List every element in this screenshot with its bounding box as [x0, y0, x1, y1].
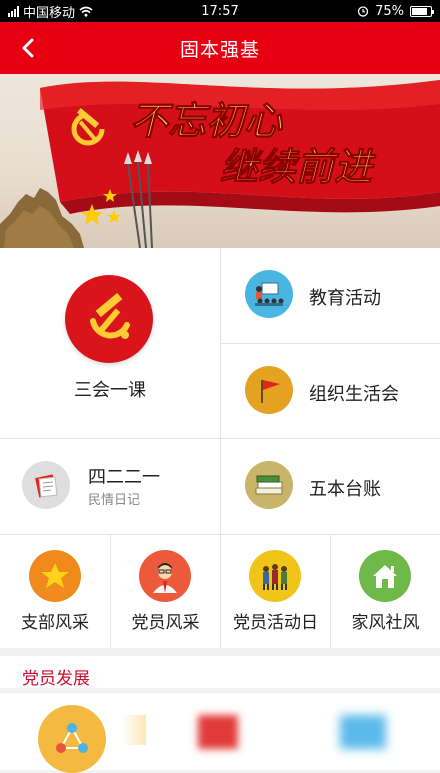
banner-line2: 继续前进 — [220, 147, 377, 189]
home-icon — [359, 550, 411, 602]
section-header: 党员发展 — [0, 648, 440, 689]
divider — [0, 438, 440, 439]
divider — [0, 534, 440, 535]
menu-huodongri[interactable]: 党员活动日 — [221, 535, 330, 648]
divider — [330, 535, 331, 648]
divider — [110, 535, 111, 648]
menu-sanhui-label: 三会一课 — [74, 380, 146, 401]
star-icon — [29, 550, 81, 602]
signal-icon — [8, 5, 19, 17]
member-avatar-icon — [139, 550, 191, 602]
group-activity-icon — [249, 550, 301, 602]
menu-wuben[interactable]: 五本台账 — [221, 439, 440, 534]
divider — [220, 248, 221, 648]
status-right: 75% — [282, 3, 434, 19]
battery-icon — [410, 5, 434, 17]
menu-zhibu-label: 支部风采 — [21, 613, 89, 633]
menu-zuzhi-label: 组织生活会 — [309, 384, 399, 405]
clock: 17:57 — [201, 3, 239, 19]
red-flag-icon — [245, 366, 293, 414]
development-row — [0, 692, 440, 773]
alarm-icon — [357, 6, 369, 17]
banner-image: 不忘初心 继续前进 — [0, 80, 440, 248]
menu-siererer-sub: 民情日记 — [88, 493, 141, 508]
menu-zuzhi[interactable]: 组织生活会 — [221, 344, 440, 438]
network-icon[interactable] — [38, 705, 106, 773]
menu-sanhui[interactable]: 三会一课 — [0, 248, 220, 438]
menu-siererer-label: 四二二一 — [88, 467, 160, 488]
menu-jiafeng[interactable]: 家风社风 — [331, 535, 440, 648]
menu-zhibu[interactable]: 支部风采 — [0, 535, 110, 648]
blurred-block — [340, 715, 386, 749]
status-left: 中国移动 — [8, 2, 158, 21]
banner-line1: 不忘初心 — [130, 101, 283, 143]
wifi-icon — [79, 6, 93, 17]
party-emblem-icon — [65, 275, 153, 363]
battery-percent: 75% — [375, 3, 404, 19]
blurred-block — [122, 715, 146, 745]
page-title: 固本强基 — [179, 38, 260, 61]
menu-huodongri-label: 党员活动日 — [233, 613, 318, 633]
menu-jiaoyu-label: 教育活动 — [309, 288, 381, 309]
menu-grid: 三会一课 教育活动 组织生活会 四二二一 民情日记 五本台账 支部风采 党员风采… — [0, 248, 440, 648]
menu-wuben-label: 五本台账 — [309, 479, 381, 500]
menu-jiafeng-label: 家风社风 — [351, 613, 420, 633]
classroom-icon — [245, 270, 293, 318]
menu-dangyuan[interactable]: 党员风采 — [111, 535, 220, 648]
banner-carousel[interactable]: 不忘初心 继续前进 — [0, 74, 440, 248]
blurred-block — [198, 715, 238, 749]
chevron-left-icon — [22, 38, 34, 58]
menu-siererer[interactable]: 四二二一 民情日记 — [0, 439, 220, 534]
status-bar: 中国移动 17:57 75% — [0, 0, 440, 22]
navigation-bar: 固本强基 — [0, 22, 440, 74]
menu-jiaoyu[interactable]: 教育活动 — [221, 248, 440, 343]
divider — [221, 343, 440, 344]
carrier-label: 中国移动 — [23, 5, 76, 21]
ledger-books-icon — [245, 461, 293, 509]
menu-dangyuan-label: 党员风采 — [131, 613, 200, 633]
section-title: 党员发展 — [22, 669, 90, 689]
back-button[interactable] — [14, 32, 44, 64]
diary-icon — [22, 461, 70, 509]
